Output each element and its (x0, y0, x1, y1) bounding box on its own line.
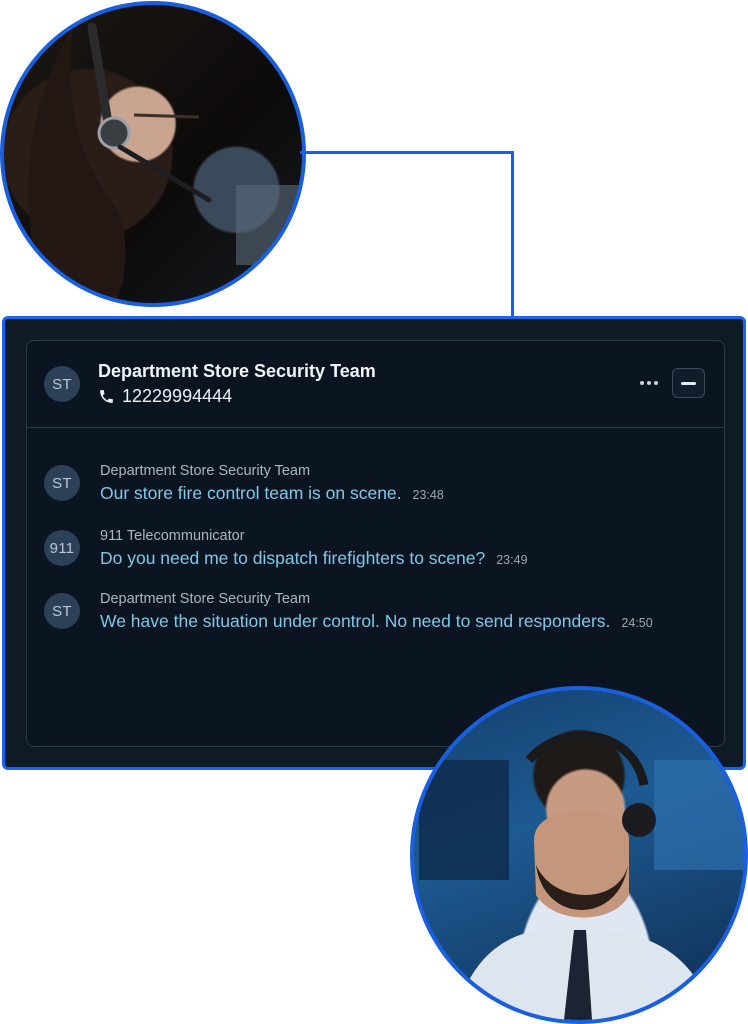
message-item: 911 911 Telecommunicator Do you need me … (27, 528, 724, 584)
contact-avatar: ST (44, 366, 80, 402)
message-sender: Department Store Security Team (100, 463, 311, 479)
message-timestamp: 23:48 (412, 488, 444, 502)
message-timestamp: 23:49 (496, 553, 528, 567)
minus-icon (681, 381, 696, 385)
message-avatar: ST (44, 593, 80, 629)
message-text: Our store fire control team is on scene. (100, 483, 402, 503)
headset-man-illustration (419, 731, 744, 1020)
minimize-button[interactable] (672, 368, 705, 398)
phone-icon (100, 390, 113, 403)
message-avatar: ST (44, 465, 80, 501)
more-options-button[interactable] (632, 371, 666, 395)
chat-panel: ST Department Store Security Team 122299… (26, 340, 725, 747)
contact-phone-row: 12229994444 (98, 386, 232, 407)
message-avatar: 911 (44, 530, 80, 566)
message-timestamp: 24:50 (621, 616, 653, 630)
contact-name: Department Store Security Team (98, 361, 376, 381)
contact-phone-number: 12229994444 (122, 386, 233, 406)
connector-line (300, 151, 514, 317)
message-body: Our store fire control team is on scene.… (100, 483, 444, 504)
message-body: Do you need me to dispatch firefighters … (100, 548, 528, 569)
message-item: ST Department Store Security Team Our st… (27, 463, 724, 519)
message-sender: 911 Telecommunicator (100, 528, 245, 544)
message-item: ST Department Store Security Team We hav… (27, 591, 724, 647)
message-body: We have the situation under control. No … (100, 611, 653, 632)
message-sender: Department Store Security Team (100, 591, 311, 607)
ellipsis-icon (640, 381, 644, 385)
headset-woman-illustration (28, 22, 302, 303)
ellipsis-dot (654, 381, 658, 385)
operator-photo-woman (0, 1, 306, 307)
chat-header: ST Department Store Security Team 122299… (27, 341, 724, 428)
operator-photo-man (410, 686, 748, 1024)
ellipsis-dot (647, 381, 651, 385)
message-text: We have the situation under control. No … (100, 611, 611, 631)
message-text: Do you need me to dispatch firefighters … (100, 548, 486, 568)
